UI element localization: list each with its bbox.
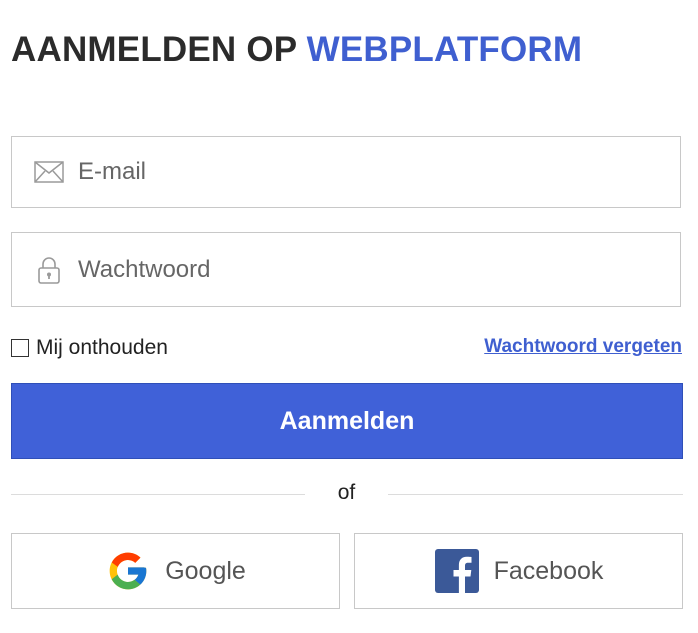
forgot-password-link[interactable]: Wachtwoord vergeten	[484, 336, 682, 358]
remember-checkbox[interactable]	[11, 339, 29, 357]
envelope-icon	[34, 157, 64, 187]
remember-me[interactable]: Mij onthouden	[11, 336, 168, 360]
email-input[interactable]	[78, 137, 658, 207]
lock-icon	[34, 255, 64, 285]
password-input[interactable]	[78, 233, 658, 306]
divider-line-right	[388, 494, 683, 495]
login-button[interactable]: Aanmelden	[11, 383, 683, 459]
google-login-button[interactable]: Google	[11, 533, 340, 609]
divider-text: of	[337, 481, 356, 504]
facebook-logo-icon	[434, 548, 480, 594]
google-logo-icon	[105, 548, 151, 594]
facebook-label: Facebook	[493, 556, 604, 585]
divider-line-left	[11, 494, 305, 495]
password-field-container[interactable]	[11, 232, 681, 307]
facebook-login-button[interactable]: Facebook	[354, 533, 683, 609]
title-brand: WEBPLATFORM	[306, 30, 583, 69]
title-prefix: AANMELDEN OP	[11, 30, 307, 69]
email-field-container[interactable]	[11, 136, 681, 208]
page-title: AANMELDEN OP WEBPLATFORM	[11, 30, 582, 70]
google-label: Google	[165, 556, 246, 585]
remember-label: Mij onthouden	[36, 336, 168, 359]
